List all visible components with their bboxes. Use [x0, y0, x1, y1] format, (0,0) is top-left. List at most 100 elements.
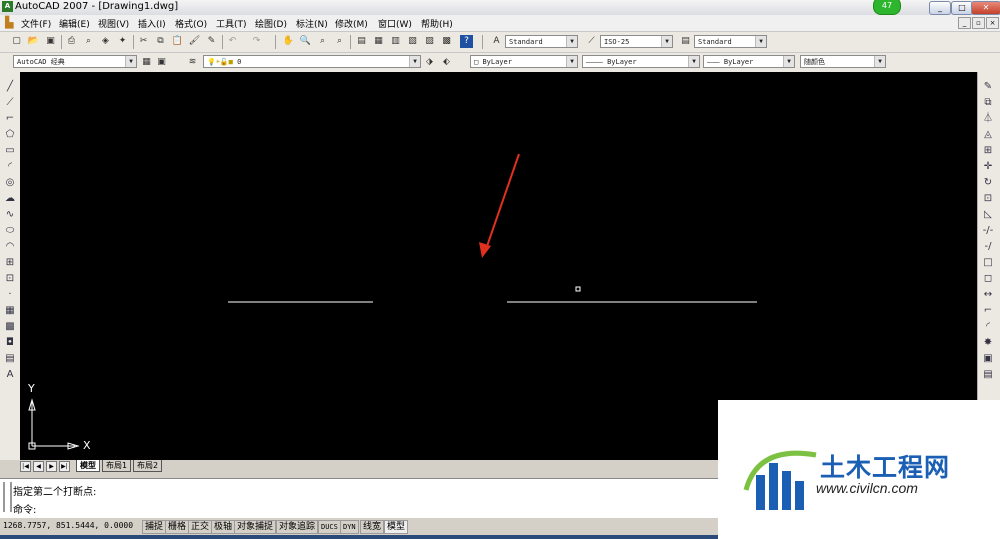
menu-insert[interactable]: 插入(I)	[138, 17, 166, 30]
zoom-realtime-icon[interactable]: 🔍	[299, 35, 312, 48]
explode-icon[interactable]: ✸	[980, 336, 996, 350]
fillet-icon[interactable]: ◜	[980, 320, 996, 334]
array-icon[interactable]: ⊞	[980, 144, 996, 158]
minimize-button[interactable]: _	[929, 1, 951, 15]
table-style-select[interactable]: Standard ▼	[694, 35, 767, 48]
break-icon[interactable]: ◻	[980, 272, 996, 286]
join-icon[interactable]: ↔	[980, 288, 996, 302]
model-toggle[interactable]: 模型	[384, 520, 409, 534]
copy-icon[interactable]: ⧉	[980, 96, 996, 110]
cut-icon[interactable]: ✂	[137, 35, 150, 48]
rectangle-icon[interactable]: ▭	[2, 144, 18, 158]
pan-icon[interactable]: ✋	[282, 35, 295, 48]
zoom-window-icon[interactable]: ⌕	[316, 35, 329, 48]
menu-edit[interactable]: 编辑(E)	[59, 17, 90, 30]
menu-window[interactable]: 窗口(W)	[378, 17, 412, 30]
copy-clip-icon[interactable]: ⧉	[154, 35, 167, 48]
revision-cloud-icon[interactable]: ☁	[2, 192, 18, 206]
layer-select[interactable]: 💡☀🔓■ 0 ▼	[203, 55, 421, 68]
line-icon[interactable]: ╱	[2, 80, 18, 94]
plot-icon[interactable]: ⎙	[65, 35, 78, 48]
table-style-icon[interactable]: ▤	[679, 35, 692, 48]
menu-modify[interactable]: 修改(M)	[335, 17, 368, 30]
save-icon[interactable]: ▣	[44, 35, 57, 48]
menu-help[interactable]: 帮助(H)	[421, 17, 453, 30]
mdi-close-button[interactable]: ×	[986, 17, 999, 29]
zoom-previous-icon[interactable]: ⌕	[333, 35, 346, 48]
trim-icon[interactable]: -/-	[980, 224, 996, 238]
autocad-app-icon[interactable]: A	[2, 1, 13, 12]
ortho-toggle[interactable]: 正交	[188, 520, 213, 534]
color-select[interactable]: □ ByLayer ▼	[470, 55, 578, 68]
circle-icon[interactable]: ◎	[2, 176, 18, 190]
dim-style-icon[interactable]: ⟋	[585, 35, 598, 48]
make-object-layer-current-icon[interactable]: ⬗	[423, 56, 436, 69]
workspace-select[interactable]: AutoCAD 经典 ▼	[13, 55, 137, 68]
region-icon[interactable]: ◘	[2, 336, 18, 350]
polygon-icon[interactable]: ⬠	[2, 128, 18, 142]
menu-view[interactable]: 视图(V)	[98, 17, 129, 30]
quickcalc-icon[interactable]: ▩	[440, 35, 453, 48]
next-layout-button[interactable]: ▶	[46, 461, 57, 472]
sheet-set-icon[interactable]: ▧	[406, 35, 419, 48]
notification-badge[interactable]: 47	[873, 0, 901, 15]
plot-preview-icon[interactable]: ⌕	[82, 35, 95, 48]
offset-icon[interactable]: ◬	[980, 128, 996, 142]
ellipse-arc-icon[interactable]: ◠	[2, 240, 18, 254]
plotstyle-select[interactable]: 随颜色 ▼	[800, 55, 886, 68]
break-at-point-icon[interactable]: □	[980, 256, 996, 270]
move-icon[interactable]: ✛	[980, 160, 996, 174]
draworder-back-icon[interactable]: ▤	[980, 368, 996, 382]
spline-icon[interactable]: ∿	[2, 208, 18, 222]
dim-style-select[interactable]: ISO-25 ▼	[600, 35, 673, 48]
ellipse-icon[interactable]: ⬭	[2, 224, 18, 238]
coordinates-readout[interactable]: 1268.7757, 851.5444, 0.0000	[3, 521, 133, 530]
mirror-icon[interactable]: ⏃	[980, 112, 996, 126]
tab-layout1[interactable]: 布局1	[102, 460, 132, 472]
undo-icon[interactable]: ↶	[226, 35, 239, 48]
close-button[interactable]: ✕	[971, 1, 1000, 15]
arc-icon[interactable]: ◜	[2, 160, 18, 174]
make-block-icon[interactable]: ⊡	[2, 272, 18, 286]
polar-toggle[interactable]: 极轴	[211, 520, 236, 534]
gradient-icon[interactable]: ▩	[2, 320, 18, 334]
last-layout-button[interactable]: ▶|	[59, 461, 70, 472]
tab-layout2[interactable]: 布局2	[133, 460, 163, 472]
tool-palettes-icon[interactable]: ▥	[389, 35, 402, 48]
my-workspace-icon[interactable]: ▣	[155, 56, 168, 69]
lineweight-toggle[interactable]: 线宽	[360, 520, 385, 534]
menu-dimension[interactable]: 标注(N)	[296, 17, 328, 30]
command-prompt[interactable]: 命令:	[13, 501, 36, 516]
lineweight-select[interactable]: ——— ByLayer ▼	[703, 55, 795, 68]
properties-icon[interactable]: ▤	[355, 35, 368, 48]
layer-previous-icon[interactable]: ⬖	[440, 56, 453, 69]
snap-toggle[interactable]: 捕捉	[142, 520, 167, 534]
stretch-icon[interactable]: ◺	[980, 208, 996, 222]
layer-manager-icon[interactable]: ≋	[186, 56, 199, 69]
draworder-icon[interactable]: ▣	[980, 352, 996, 366]
command-grip[interactable]	[3, 482, 12, 512]
extend-icon[interactable]: -/	[980, 240, 996, 254]
menu-tools[interactable]: 工具(T)	[216, 17, 247, 30]
otrack-toggle[interactable]: 对象追踪	[276, 520, 319, 534]
menu-draw[interactable]: 绘图(D)	[255, 17, 287, 30]
dyn-toggle[interactable]: DYN	[340, 520, 359, 534]
polyline-icon[interactable]: ⌐	[2, 112, 18, 126]
first-layout-button[interactable]: |◀	[20, 461, 31, 472]
point-icon[interactable]: ·	[2, 288, 18, 302]
erase-icon[interactable]: ✎	[980, 80, 996, 94]
multiline-text-icon[interactable]: A	[2, 368, 18, 382]
command-window[interactable]: 指定第二个打断点: 命令:	[0, 478, 718, 518]
table-icon[interactable]: ▤	[2, 352, 18, 366]
osnap-toggle[interactable]: 对象捕捉	[234, 520, 277, 534]
menu-file[interactable]: 文件(F)	[21, 17, 51, 30]
ducs-toggle[interactable]: DUCS	[318, 520, 341, 534]
match-properties-icon[interactable]: 🖌	[188, 35, 201, 48]
block-editor-icon[interactable]: ✎	[205, 35, 218, 48]
prev-layout-button[interactable]: ◀	[33, 461, 44, 472]
grid-toggle[interactable]: 栅格	[165, 520, 190, 534]
text-style-select[interactable]: Standard ▼	[505, 35, 578, 48]
hatch-icon[interactable]: ▦	[2, 304, 18, 318]
workspace-settings-icon[interactable]: ▦	[140, 56, 153, 69]
redo-icon[interactable]: ↷	[250, 35, 263, 48]
